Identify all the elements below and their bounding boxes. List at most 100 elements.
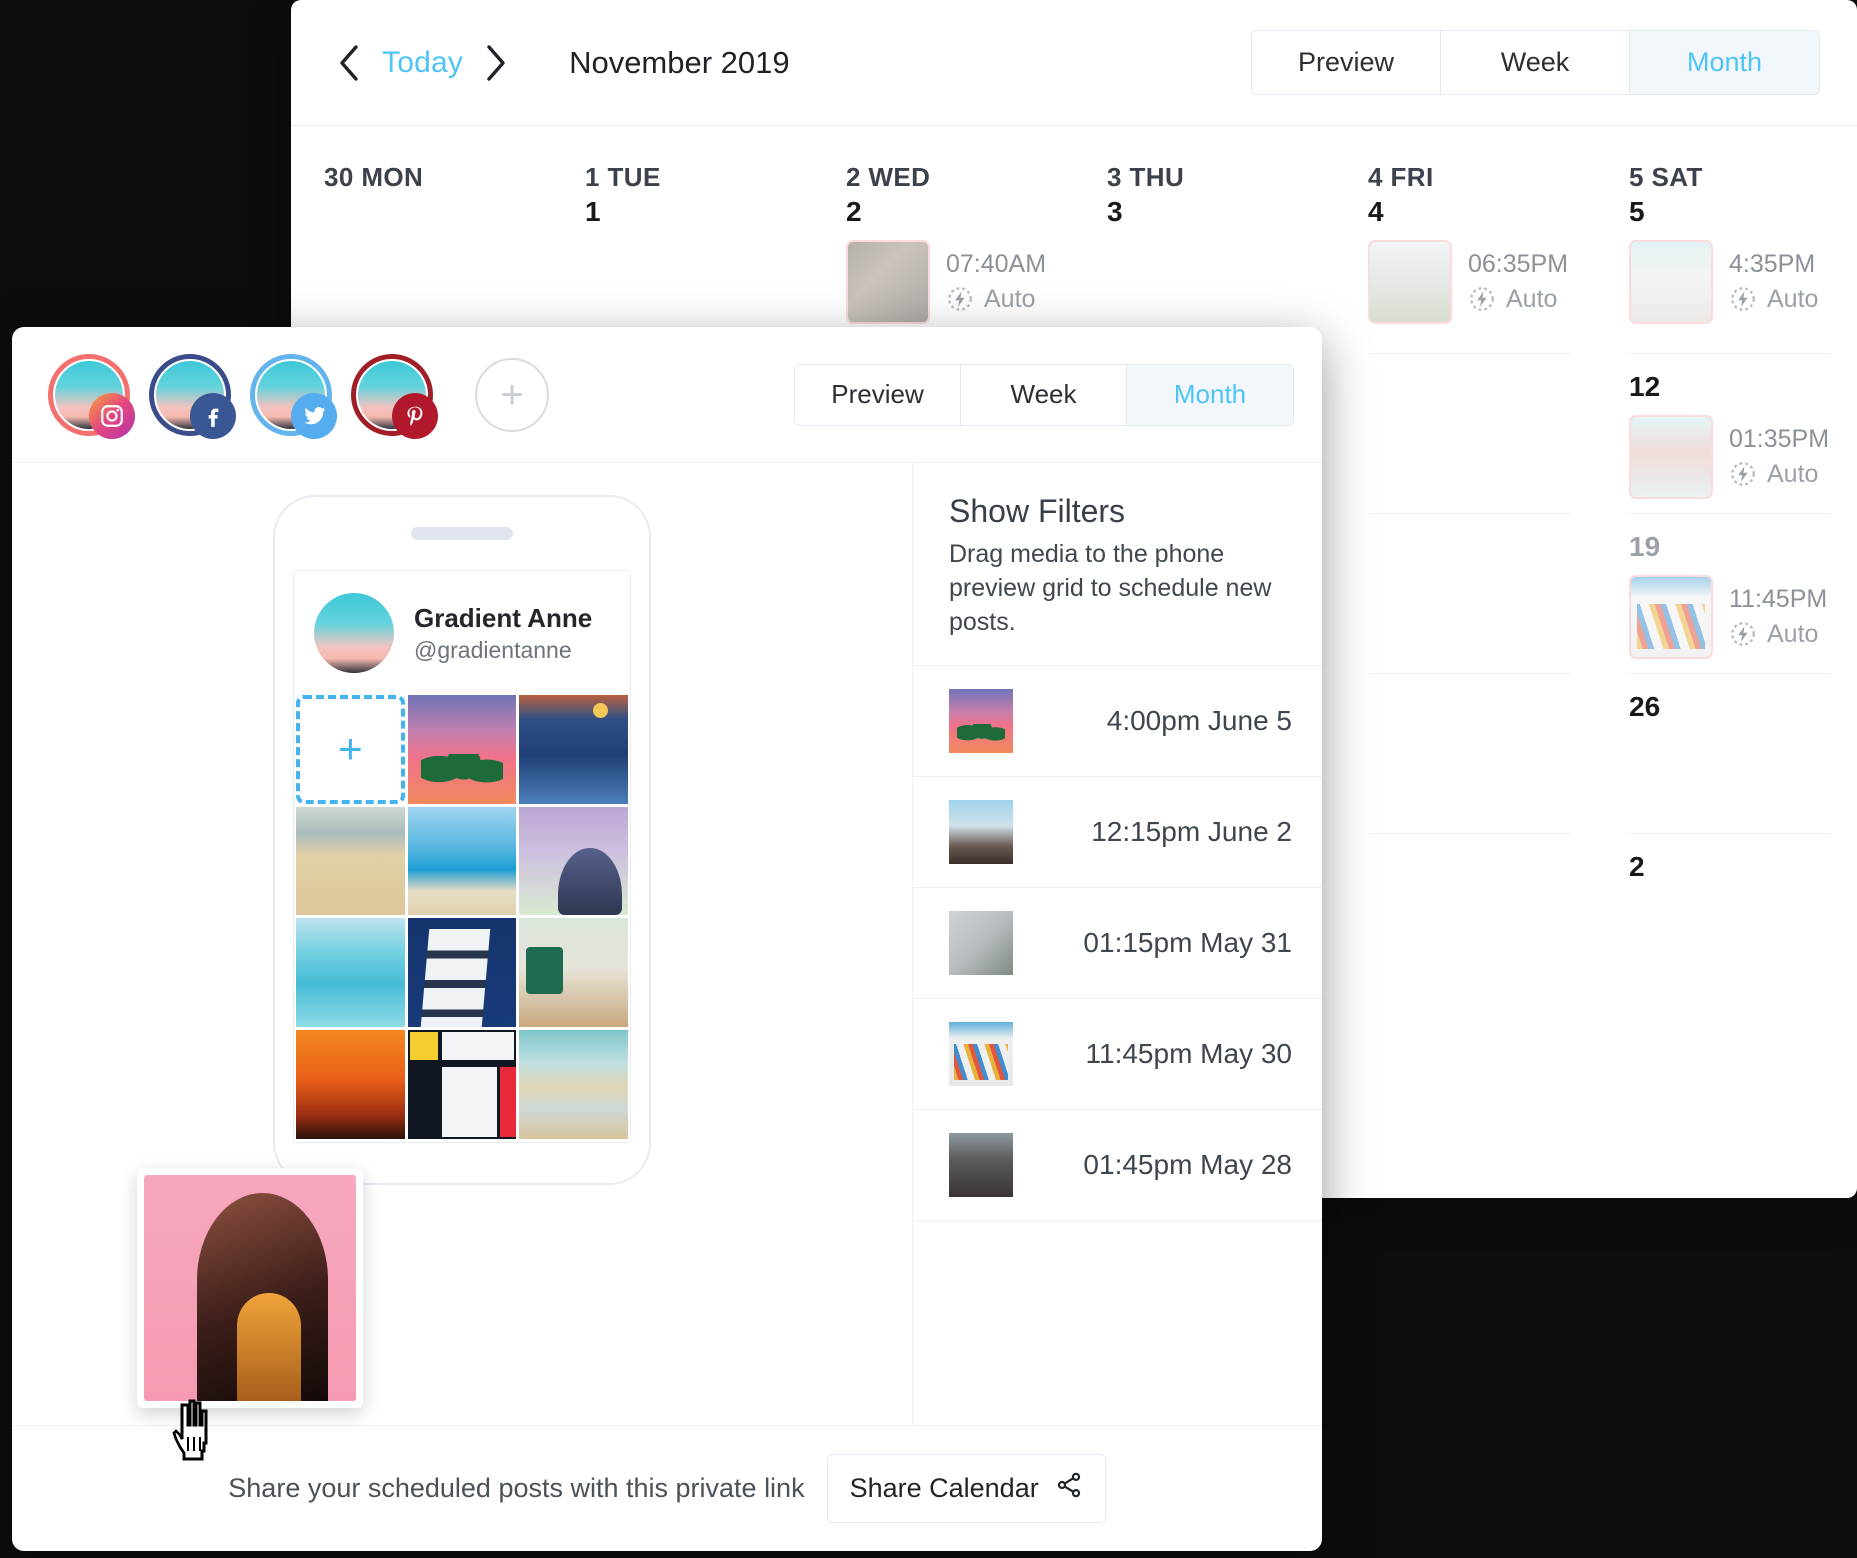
scheduled-media-time: 4:00pm June 5 <box>1106 705 1292 737</box>
calendar-tab-preview[interactable]: Preview <box>1252 31 1441 94</box>
calendar-tab-week[interactable]: Week <box>1441 31 1630 94</box>
auto-publish-icon <box>1729 460 1757 488</box>
calendar-day-cell[interactable]: 19 11:45PM Auto <box>1629 513 1831 673</box>
calendar-column-header: 30 MON <box>324 162 424 192</box>
calendar-column-header: 3 THU <box>1107 162 1185 192</box>
auto-publish-icon <box>1468 285 1496 313</box>
calendar-post[interactable]: 11:45PM Auto <box>1629 574 1831 659</box>
composer-tab-preview[interactable]: Preview <box>795 364 961 425</box>
app-stage: Today November 2019 Preview Week Month 30 … <box>0 0 1857 1558</box>
calendar-day-cell[interactable]: 2 <box>1629 833 1831 993</box>
calendar-tab-month[interactable]: Month <box>1630 31 1819 94</box>
calendar-day-cell[interactable] <box>1368 833 1570 993</box>
calendar-day-number: 2 <box>1629 851 1645 882</box>
scheduled-media-thumbnail <box>949 911 1013 976</box>
profile-header: Gradient Anne @gradientanne <box>294 571 630 695</box>
scheduled-media-thumbnail <box>949 1133 1013 1198</box>
calendar-day-number: 3 <box>1107 196 1123 227</box>
media-grid-item[interactable] <box>407 806 517 916</box>
calendar-day-cell[interactable] <box>1368 673 1570 833</box>
scheduled-media-row[interactable]: 11:45pm May 30 <box>913 999 1322 1111</box>
calendar-post[interactable]: 06:35PM Auto <box>1368 239 1570 324</box>
add-account-button[interactable]: + <box>475 357 549 432</box>
dragged-media-thumb <box>144 1175 356 1401</box>
calendar-day-cell[interactable]: 26 <box>1629 673 1831 833</box>
post-time: 07:40AM <box>946 249 1047 278</box>
scheduled-media-row[interactable]: 01:15pm May 31 <box>913 888 1322 1000</box>
post-time: 06:35PM <box>1468 249 1569 278</box>
scheduled-media-time: 11:45pm May 30 <box>1085 1038 1293 1070</box>
today-button[interactable]: Today <box>374 46 471 80</box>
calendar-day-cell[interactable]: 5 4:35PM Auto <box>1629 193 1831 353</box>
post-time: 11:45PM <box>1729 584 1828 613</box>
post-auto: Auto <box>1468 285 1568 314</box>
profile-name: Gradient Anne <box>414 602 593 633</box>
account-twitter[interactable] <box>250 353 337 439</box>
dragged-media-card[interactable] <box>137 1168 363 1408</box>
media-grid-item[interactable] <box>296 1030 405 1139</box>
post-auto-label: Auto <box>1767 619 1819 648</box>
media-grid-item[interactable] <box>519 695 629 804</box>
account-pinterest[interactable] <box>351 353 438 439</box>
media-grid-item[interactable] <box>519 918 629 1028</box>
avatar <box>314 593 394 673</box>
phone-speaker <box>411 527 513 540</box>
filters-subtitle: Drag media to the phone preview grid to … <box>949 540 1272 636</box>
media-grid-item[interactable] <box>519 806 629 916</box>
post-thumbnail <box>1629 239 1713 324</box>
composer-panel: + Preview Week Month Gradient Anne @gradie… <box>12 327 1322 1551</box>
calendar-post[interactable]: 4:35PM Auto <box>1629 239 1831 324</box>
auto-publish-icon <box>1729 285 1757 313</box>
calendar-header: Today November 2019 Preview Week Month <box>291 0 1857 126</box>
account-facebook[interactable] <box>149 353 236 439</box>
post-auto: Auto <box>946 285 1046 314</box>
calendar-post[interactable]: 01:35PM Auto <box>1629 414 1831 499</box>
calendar-day-cell[interactable]: 12 01:35PM Auto <box>1629 353 1831 513</box>
calendar-post[interactable]: 07:40AM Auto <box>846 239 1048 324</box>
prev-month-icon[interactable] <box>328 42 370 84</box>
scheduled-media-thumbnail <box>949 1022 1013 1087</box>
composer-tab-week[interactable]: Week <box>961 364 1127 425</box>
calendar-day-number: 1 <box>585 196 601 227</box>
calendar-day-number: 4 <box>1368 196 1384 227</box>
scheduled-media-thumbnail <box>949 800 1013 865</box>
scheduled-media-thumbnail <box>949 689 1013 754</box>
share-calendar-label: Share Calendar <box>849 1473 1039 1503</box>
calendar-day-number: 5 <box>1629 196 1645 227</box>
filters-header: Show Filters Drag media to the phone pre… <box>913 463 1322 667</box>
scheduled-media-list: 4:00pm June 5 12:15pm June 2 01:15pm May… <box>913 666 1322 1222</box>
calendar-day-cell[interactable] <box>1368 353 1570 513</box>
filters-title[interactable]: Show Filters <box>949 493 1286 530</box>
media-grid-item[interactable] <box>296 806 405 916</box>
post-time: 01:35PM <box>1729 424 1830 453</box>
calendar-day-number: 2 <box>846 196 862 227</box>
account-list <box>48 353 438 439</box>
scheduled-media-time: 01:15pm May 31 <box>1083 927 1292 959</box>
media-grid-item[interactable] <box>407 918 517 1028</box>
media-grid-item[interactable] <box>519 1030 629 1139</box>
share-calendar-button[interactable]: Share Calendar <box>826 1454 1106 1523</box>
calendar-nav: Today <box>328 42 517 84</box>
composer-tab-month[interactable]: Month <box>1127 364 1293 425</box>
scheduled-media-row[interactable]: 4:00pm June 5 <box>913 666 1322 778</box>
media-grid-item[interactable] <box>407 1030 517 1139</box>
media-grid-item[interactable] <box>296 918 405 1028</box>
post-time: 4:35PM <box>1729 249 1816 278</box>
media-dropzone[interactable]: + <box>296 695 405 804</box>
scheduled-media-row[interactable]: 01:45pm May 28 <box>913 1110 1322 1222</box>
scheduled-media-row[interactable]: 12:15pm June 2 <box>913 777 1322 889</box>
next-month-icon[interactable] <box>475 42 517 84</box>
account-instagram[interactable] <box>48 353 135 439</box>
post-meta: 01:35PM Auto <box>1729 425 1829 489</box>
composer-toolbar: + Preview Week Month <box>12 327 1322 463</box>
calendar-column-5: 5 SAT 5 4:35PM Auto 12 01:35PM Auto 19 1… <box>1596 126 1857 1198</box>
calendar-day-cell[interactable] <box>1368 513 1570 673</box>
calendar-month-title: November 2019 <box>569 44 790 80</box>
calendar-day-cell[interactable]: 4 06:35PM Auto <box>1368 193 1570 353</box>
auto-publish-icon <box>946 285 974 313</box>
composer-view-tabs: Preview Week Month <box>794 363 1294 426</box>
media-grid-item[interactable] <box>407 695 517 804</box>
calendar-column-header: 1 TUE <box>585 162 661 192</box>
composer-body: Gradient Anne @gradientanne + Show Filte… <box>12 463 1322 1461</box>
calendar-column-header: 4 FRI <box>1368 162 1434 192</box>
